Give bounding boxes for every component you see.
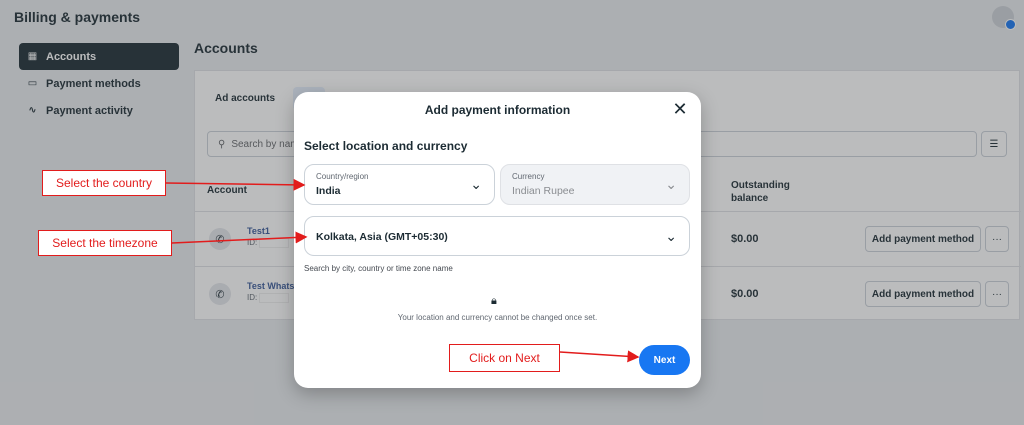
dialog-subtitle: Select location and currency xyxy=(304,139,468,153)
country-value: India xyxy=(316,185,341,197)
close-icon[interactable]: ✕ xyxy=(669,98,691,120)
lock-icon: 🔒︎ xyxy=(491,295,497,307)
annotation-next: Click on Next xyxy=(449,344,560,372)
country-select[interactable]: Country/region India ⌄ xyxy=(304,164,495,205)
next-button[interactable]: Next xyxy=(639,345,690,375)
dialog-title: Add payment information xyxy=(424,103,571,117)
country-label: Country/region xyxy=(316,172,369,181)
timezone-hint: Search by city, country or time zone nam… xyxy=(304,264,453,273)
chevron-down-icon: ⌄ xyxy=(665,176,677,192)
currency-value: Indian Rupee xyxy=(512,185,575,197)
annotation-country: Select the country xyxy=(42,170,166,196)
currency-label: Currency xyxy=(512,172,545,181)
timezone-select[interactable]: Kolkata, Asia (GMT+05:30) ⌄ xyxy=(304,216,690,256)
lock-note: Your location and currency cannot be cha… xyxy=(397,313,598,322)
chevron-down-icon: ⌄ xyxy=(470,176,482,192)
timezone-value: Kolkata, Asia (GMT+05:30) xyxy=(316,231,448,243)
currency-select: Currency Indian Rupee ⌄ xyxy=(500,164,690,205)
chevron-down-icon: ⌄ xyxy=(665,228,677,244)
annotation-timezone: Select the timezone xyxy=(38,230,172,256)
